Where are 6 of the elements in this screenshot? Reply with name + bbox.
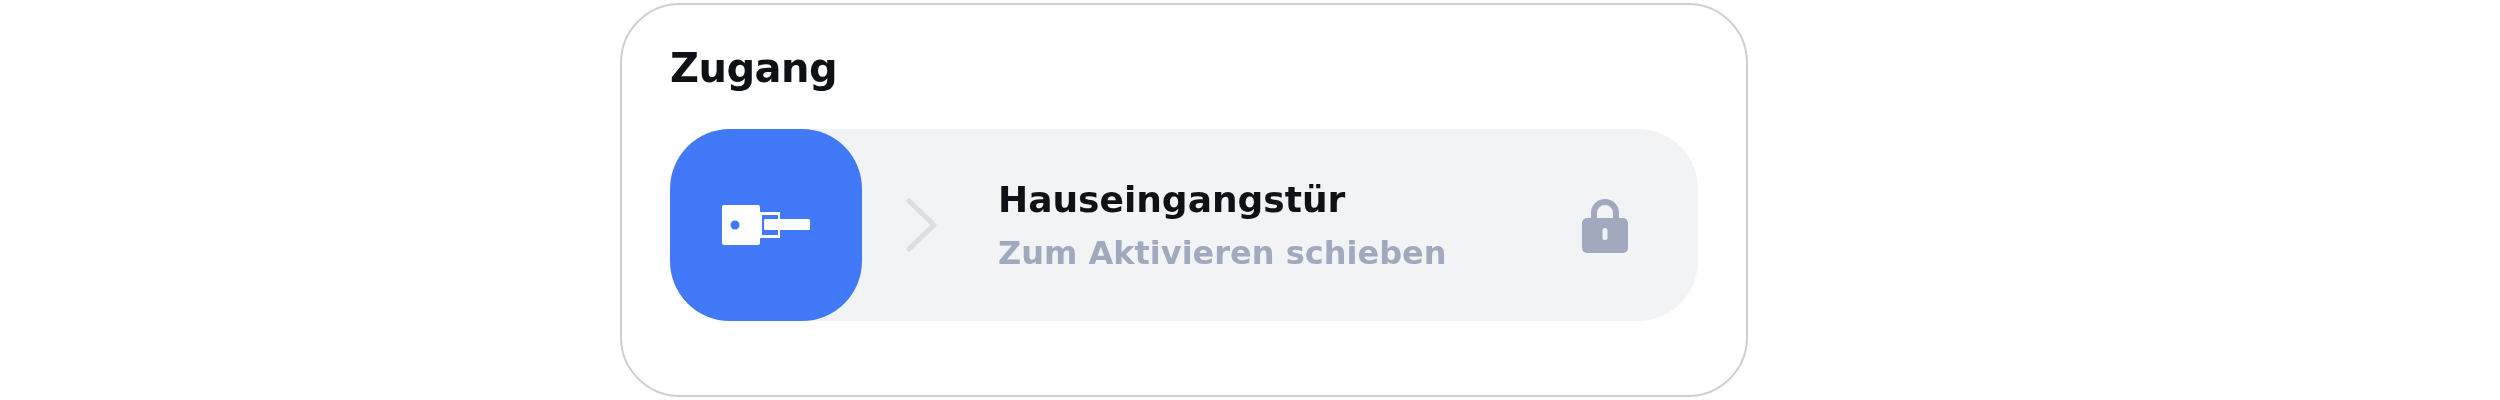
slider-thumb[interactable] bbox=[670, 129, 862, 321]
slide-hint: Zum Aktivieren schieben bbox=[998, 233, 1448, 272]
section-title: Zugang bbox=[670, 45, 839, 91]
key-card-icon bbox=[722, 205, 810, 245]
slider-track[interactable]: Hauseingangstür Zum Aktivieren schieben bbox=[670, 129, 1698, 321]
door-name: Hauseingangstür bbox=[998, 178, 1347, 220]
